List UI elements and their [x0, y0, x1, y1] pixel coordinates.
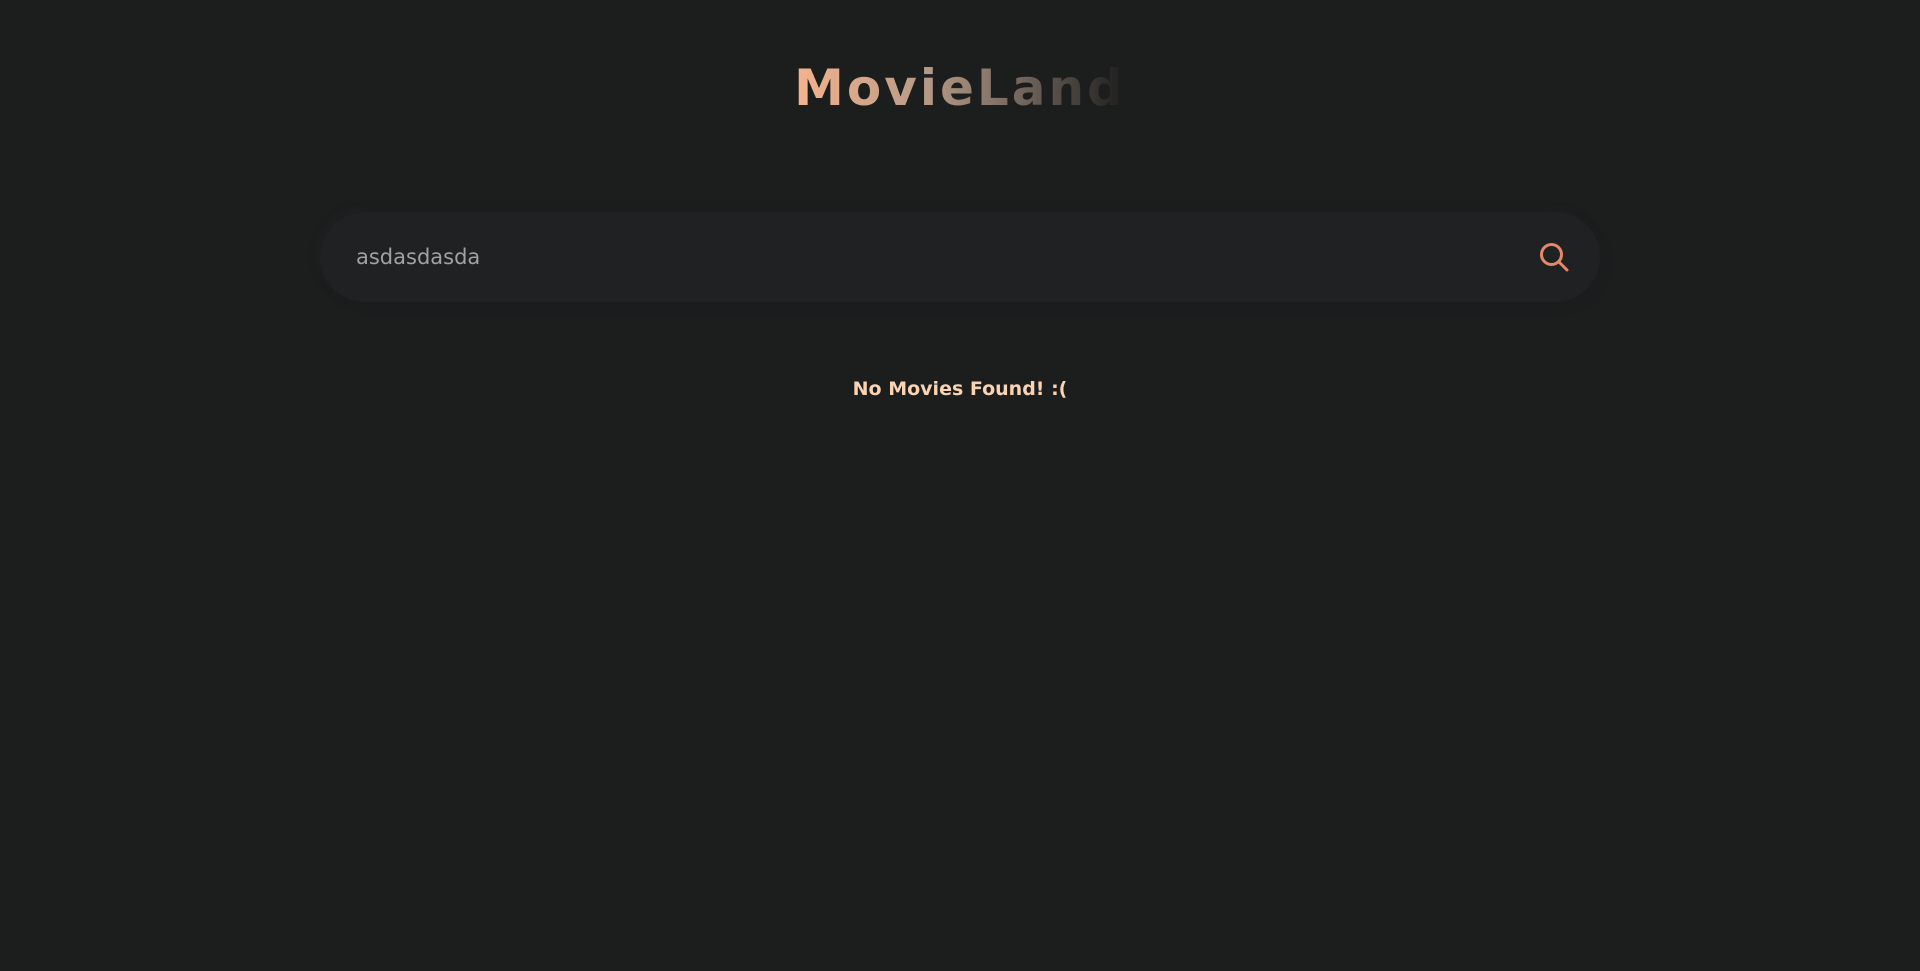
search-input[interactable]	[354, 243, 1534, 270]
app-title: MovieLand	[794, 56, 1126, 120]
search-icon	[1540, 242, 1569, 271]
app-root: MovieLand No Movies Found! :(	[0, 0, 1920, 971]
search-bar	[320, 211, 1600, 302]
no-results-message: No Movies Found! :(	[852, 377, 1068, 400]
search-button[interactable]	[1534, 237, 1574, 277]
